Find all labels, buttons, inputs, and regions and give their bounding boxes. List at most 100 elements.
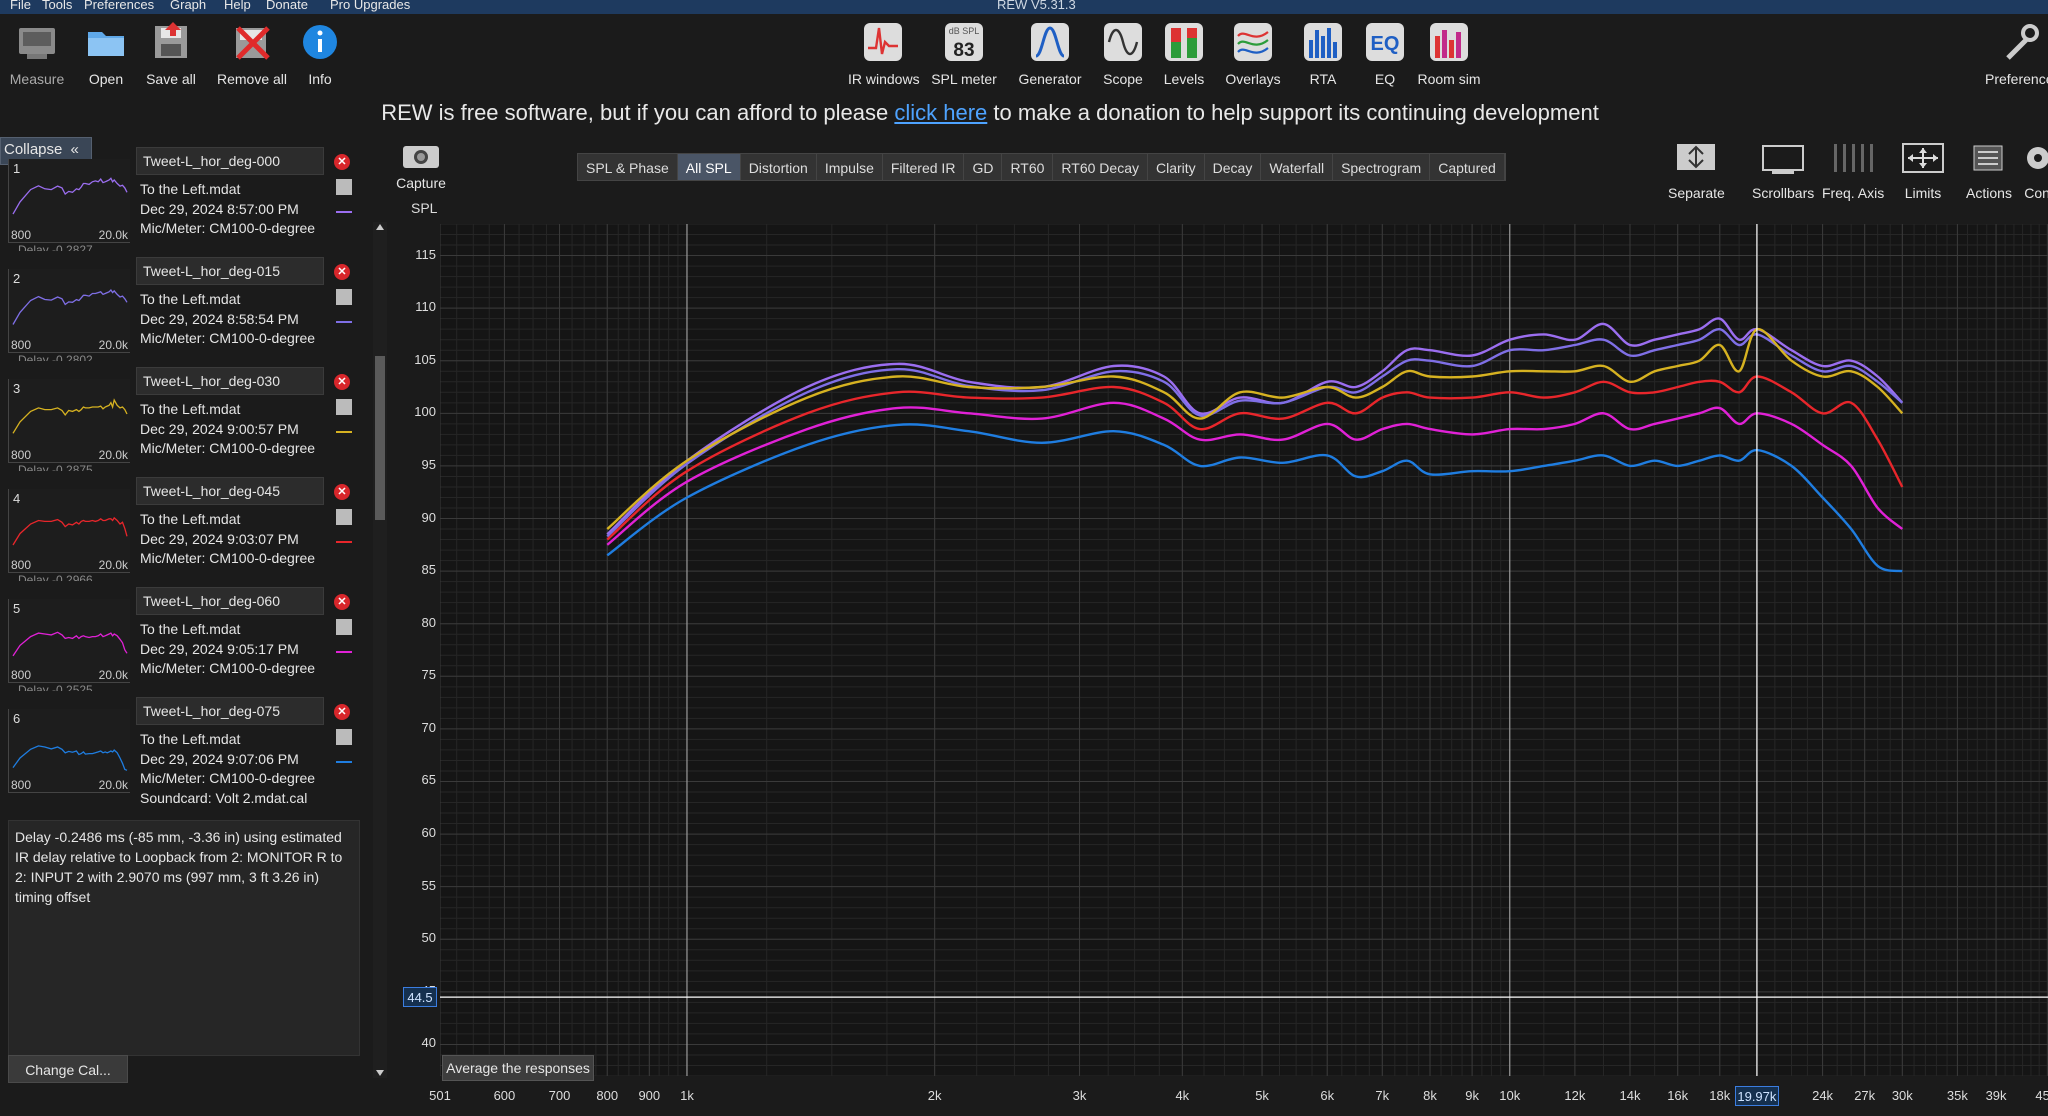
limits-button[interactable]: Limits xyxy=(1900,142,1946,201)
ir-windows-button[interactable]: IR windows xyxy=(848,20,920,87)
measurement-name[interactable]: Tweet-L_hor_deg-000 xyxy=(136,147,324,175)
tab-gd[interactable]: GD xyxy=(964,154,1003,180)
tab-all-spl[interactable]: All SPL xyxy=(677,154,741,180)
cont-button[interactable]: Cont xyxy=(2016,142,2048,201)
menu-file[interactable]: File xyxy=(10,0,31,12)
actions-button[interactable]: Actions xyxy=(1966,142,2012,201)
measurement-thumbnail[interactable]: 3 800 20.0k xyxy=(8,379,130,463)
spl-chart[interactable] xyxy=(440,224,2048,1076)
tab-waterfall[interactable]: Waterfall xyxy=(1261,154,1334,180)
trace-color-swatch[interactable] xyxy=(336,431,352,433)
tab-spectrogram[interactable]: Spectrogram xyxy=(1333,154,1431,180)
remove-measurement-icon[interactable]: ✕ xyxy=(334,704,350,720)
edit-icon[interactable] xyxy=(336,509,352,525)
preferences-button[interactable]: Preferences xyxy=(1985,20,2048,87)
tab-decay[interactable]: Decay xyxy=(1205,154,1262,180)
overlays-button[interactable]: Overlays xyxy=(1218,20,1288,87)
scrollbars-icon xyxy=(1762,145,1805,174)
menu-pro-upgrades[interactable]: Pro Upgrades xyxy=(330,0,410,12)
remove-all-button[interactable]: Remove all xyxy=(217,20,287,87)
tab-distortion[interactable]: Distortion xyxy=(741,154,817,180)
measure-label: Measure xyxy=(9,71,65,87)
remove-measurement-icon[interactable]: ✕ xyxy=(334,374,350,390)
rta-button[interactable]: RTA xyxy=(1288,20,1358,87)
tab-clarity[interactable]: Clarity xyxy=(1148,154,1205,180)
measurement-file: To the Left.mdat xyxy=(140,401,241,417)
measurement-name[interactable]: Tweet-L_hor_deg-075 xyxy=(136,697,324,725)
info-button[interactable]: Info xyxy=(285,20,355,87)
x-tick-label: 14k xyxy=(1619,1088,1641,1103)
scope-label: Scope xyxy=(1103,71,1143,87)
measurement-thumbnail[interactable]: 1 800 20.0k xyxy=(8,159,130,243)
measurement-name[interactable]: Tweet-L_hor_deg-045 xyxy=(136,477,324,505)
panel-scrollbar[interactable] xyxy=(373,222,387,1078)
measurement-name[interactable]: Tweet-L_hor_deg-060 xyxy=(136,587,324,615)
freq-axis-button[interactable]: Freq. Axis xyxy=(1822,142,1884,201)
eq-label: EQ xyxy=(1374,71,1396,87)
remove-measurement-icon[interactable]: ✕ xyxy=(334,484,350,500)
x-tick-label: 30k xyxy=(1891,1088,1913,1103)
menu-donate[interactable]: Donate xyxy=(266,0,308,12)
measure-button[interactable]: Measure xyxy=(2,20,72,87)
separate-icon xyxy=(1677,144,1716,170)
y-tick-label: 70 xyxy=(421,719,436,735)
measurement-item[interactable]: 3 800 20.0k Delay -0.2875 Tweet-L_hor_deg-03… xyxy=(8,367,360,475)
tab-rt60[interactable]: RT60 xyxy=(1002,154,1054,180)
tab-spl-phase[interactable]: SPL & Phase xyxy=(578,154,678,180)
edit-icon[interactable] xyxy=(336,399,352,415)
measurement-thumbnail[interactable]: 6 800 20.0k xyxy=(8,709,130,793)
measurement-item[interactable]: 6 800 20.0k Tweet-L_hor_deg-075 ✕ To the Left… xyxy=(8,697,360,806)
generator-button[interactable]: Generator xyxy=(1015,20,1085,87)
trace-color-swatch[interactable] xyxy=(336,211,352,213)
menu-graph[interactable]: Graph xyxy=(170,0,206,12)
capture-button[interactable]: Capture xyxy=(395,142,447,191)
open-button[interactable]: Open xyxy=(71,20,141,87)
spl-meter-button[interactable]: dB SPL 83 SPL meter xyxy=(929,20,999,87)
measurement-item[interactable]: 4 800 20.0k Delay -0.2966 Tweet-L_hor_deg-04… xyxy=(8,477,360,585)
tab-impulse[interactable]: Impulse xyxy=(817,154,883,180)
change-cal-button[interactable]: Change Cal... xyxy=(8,1055,128,1083)
measurement-date: Dec 29, 2024 8:57:00 PM xyxy=(140,200,299,217)
measurement-item[interactable]: 5 800 20.0k Delay -0.2525 Tweet-L_hor_deg-06… xyxy=(8,587,360,695)
edit-icon[interactable] xyxy=(336,289,352,305)
remove-measurement-icon[interactable]: ✕ xyxy=(334,154,350,170)
x-tick-label: 10k xyxy=(1499,1088,1521,1103)
trace-color-swatch[interactable] xyxy=(336,761,352,763)
scroll-thumb[interactable] xyxy=(375,356,385,520)
trace-color-swatch[interactable] xyxy=(336,321,352,323)
measurement-thumbnail[interactable]: 5 800 20.0k xyxy=(8,599,130,683)
room-sim-button[interactable]: Room sim xyxy=(1414,20,1484,87)
save-all-button[interactable]: Save all xyxy=(136,20,206,87)
measurement-thumbnail[interactable]: 4 800 20.0k xyxy=(8,489,130,573)
edit-icon[interactable] xyxy=(336,179,352,195)
measurement-name[interactable]: Tweet-L_hor_deg-015 xyxy=(136,257,324,285)
menu-help[interactable]: Help xyxy=(224,0,251,12)
remove-measurement-icon[interactable]: ✕ xyxy=(334,594,350,610)
edit-icon[interactable] xyxy=(336,619,352,635)
scope-button[interactable]: Scope xyxy=(1088,20,1158,87)
eq-button[interactable]: EQ EQ xyxy=(1350,20,1420,87)
measurement-name[interactable]: Tweet-L_hor_deg-030 xyxy=(136,367,324,395)
save-all-label: Save all xyxy=(146,71,196,87)
scroll-down-icon[interactable] xyxy=(376,1070,384,1076)
measurement-item[interactable]: 2 800 20.0k Delay -0.2802 Tweet-L_hor_deg-01… xyxy=(8,257,360,365)
scrollbars-button[interactable]: Scrollbars xyxy=(1752,142,1814,201)
levels-button[interactable]: Levels xyxy=(1149,20,1219,87)
edit-icon[interactable] xyxy=(336,729,352,745)
measurement-thumbnail[interactable]: 2 800 20.0k xyxy=(8,269,130,353)
trace-color-swatch[interactable] xyxy=(336,541,352,543)
scrollbars-label: Scrollbars xyxy=(1752,185,1815,201)
remove-measurement-icon[interactable]: ✕ xyxy=(334,264,350,280)
tab-captured[interactable]: Captured xyxy=(1430,154,1505,180)
separate-button[interactable]: Separate xyxy=(1668,142,1725,201)
tab-filtered-ir[interactable]: Filtered IR xyxy=(883,154,965,180)
trace-color-swatch[interactable] xyxy=(336,651,352,653)
tab-rt60-decay[interactable]: RT60 Decay xyxy=(1053,154,1148,180)
menu-tools[interactable]: Tools xyxy=(42,0,72,12)
scroll-up-icon[interactable] xyxy=(376,224,384,230)
freq-axis-label: Freq. Axis xyxy=(1822,185,1885,201)
donate-link[interactable]: click here xyxy=(894,100,987,125)
measurement-item[interactable]: 1 800 20.0k Delay -0.2827 Tweet-L_hor_deg-00… xyxy=(8,147,360,255)
average-responses-button[interactable]: Average the responses xyxy=(442,1055,594,1081)
menu-preferences[interactable]: Preferences xyxy=(84,0,154,12)
